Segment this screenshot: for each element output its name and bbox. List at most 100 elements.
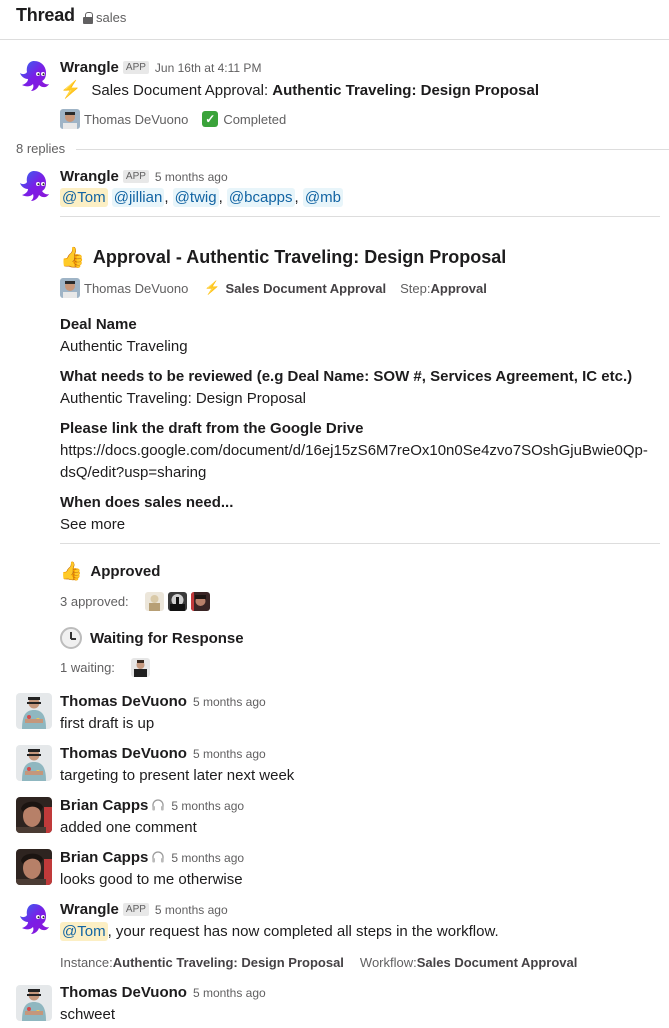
mention-mb[interactable]: @mb (302, 188, 343, 207)
waiting-user-avatar[interactable] (130, 658, 150, 677)
field-label: Please link the draft from the Google Dr… (60, 420, 364, 437)
channel-name: sales (96, 10, 127, 25)
message-header: Thomas DeVuono 5 months ago (60, 745, 266, 762)
app-badge: APP (122, 170, 149, 183)
sender-name[interactable]: Thomas DeVuono (60, 693, 187, 710)
thumbs-up-icon: 👍 (60, 247, 85, 269)
requester-name[interactable]: Thomas DeVuono (84, 281, 188, 296)
approver-avatar[interactable] (167, 592, 187, 611)
thomas-avatar[interactable] (16, 745, 52, 781)
timestamp[interactable]: 5 months ago (193, 747, 266, 761)
sender-name[interactable]: Thomas DeVuono (60, 745, 187, 762)
wrangle-avatar[interactable] (16, 58, 52, 94)
timestamp[interactable]: 5 months ago (171, 851, 244, 865)
waiting-count: 1 waiting: (60, 660, 115, 675)
lightning-icon: ⚡ (60, 80, 82, 99)
timestamp[interactable]: 5 months ago (193, 986, 266, 1000)
timestamp[interactable]: 5 months ago (193, 695, 266, 709)
message-header: Brian Capps 5 months ago (60, 849, 244, 866)
workflow-name[interactable]: Sales Document Approval (226, 281, 387, 296)
instance-label: Instance: (60, 955, 113, 970)
workflow-label: Workflow: (359, 955, 417, 970)
completion-text: , your request has now completed all ste… (107, 923, 499, 940)
mention-twig[interactable]: @twig (172, 188, 219, 207)
message-header: Wrangle APP 5 months ago (60, 901, 228, 918)
timestamp[interactable]: 5 months ago (155, 903, 228, 917)
step-label: Step: (400, 280, 431, 296)
brian-avatar[interactable] (16, 797, 52, 833)
sender-name[interactable]: Wrangle (60, 59, 119, 76)
field-value: Authentic Traveling (60, 338, 188, 355)
thread-title: Thread (16, 5, 75, 25)
mention-tom[interactable]: @Tom (60, 922, 108, 941)
separator: , (294, 189, 299, 206)
brian-avatar[interactable] (16, 849, 52, 885)
headphones-icon (152, 799, 165, 811)
message-header: Thomas DeVuono 5 months ago (60, 693, 266, 710)
requester-name[interactable]: Thomas DeVuono (84, 112, 188, 127)
parent-message-text: ⚡ Sales Document Approval: Authentic Tra… (60, 80, 539, 100)
replies-count: 8 replies (16, 141, 66, 156)
instance-value[interactable]: Authentic Traveling: Design Proposal (113, 955, 344, 970)
app-badge: APP (122, 903, 149, 916)
timestamp[interactable]: 5 months ago (155, 170, 228, 184)
channel-link[interactable]: sales (83, 10, 126, 25)
field-label: When does sales need... (60, 494, 234, 511)
message-text: looks good to me otherwise (60, 871, 243, 888)
thomas-avatar[interactable] (16, 693, 52, 729)
requester-avatar[interactable] (60, 278, 80, 298)
see-more-link[interactable]: See more (60, 516, 125, 533)
parent-message-header: Wrangle APP Jun 16th at 4:11 PM (60, 59, 261, 76)
message-text: targeting to present later next week (60, 767, 295, 784)
message-text: schweet (60, 1006, 116, 1023)
field-value: Authentic Traveling: Design Proposal (60, 390, 306, 407)
google-drive-link[interactable]: https://docs.google.com/document/d/16ej1… (60, 442, 648, 459)
app-badge: APP (122, 61, 149, 74)
thomas-avatar[interactable] (16, 985, 52, 1021)
completion-message: @Tom, your request has now completed all… (60, 922, 499, 941)
mentions-line: @Tom @jillian, @twig, @bcapps, @mb (60, 188, 343, 207)
wrangle-avatar[interactable] (16, 168, 52, 204)
separator: , (218, 189, 223, 206)
waiting-list: 1 waiting: (60, 658, 154, 677)
headphones-icon (152, 851, 165, 863)
timestamp[interactable]: Jun 16th at 4:11 PM (155, 61, 262, 75)
octopus-icon (16, 901, 52, 937)
sender-name[interactable]: Brian Capps (60, 797, 148, 814)
requester-avatar[interactable] (60, 109, 80, 129)
approved-section-title: 👍 Approved (60, 561, 160, 582)
message-text: first draft is up (60, 715, 155, 732)
sender-name[interactable]: Wrangle (60, 168, 119, 185)
sender-name[interactable]: Brian Capps (60, 849, 148, 866)
sender-name[interactable]: Wrangle (60, 901, 119, 918)
field-label: What needs to be reviewed (e.g Deal Name… (60, 368, 633, 385)
mention-jillian[interactable]: @jillian (111, 188, 165, 207)
sender-name[interactable]: Thomas DeVuono (60, 984, 187, 1001)
field-label: Deal Name (60, 316, 137, 333)
status: ✓ Completed (202, 111, 286, 127)
completion-meta: Instance: Authentic Traveling: Design Pr… (60, 955, 577, 970)
card-divider-top (60, 216, 660, 217)
mention-bcapps[interactable]: @bcapps (226, 188, 295, 207)
workflow-title: Authentic Traveling: Design Proposal (272, 82, 539, 99)
parent-meta: Thomas DeVuono ✓ Completed (60, 109, 286, 129)
message-header: Thomas DeVuono 5 months ago (60, 984, 266, 1001)
replies-divider (76, 149, 669, 150)
google-drive-link-cont[interactable]: dsQ/edit?usp=sharing (60, 464, 206, 481)
card-divider (60, 543, 660, 544)
thread-header: Thread sales (0, 0, 669, 40)
approved-list: 3 approved: (60, 592, 214, 611)
lock-icon (83, 12, 93, 24)
timestamp[interactable]: 5 months ago (171, 799, 244, 813)
wrangle-avatar[interactable] (16, 901, 52, 937)
approver-avatar[interactable] (144, 592, 164, 611)
waiting-title: Waiting for Response (90, 629, 244, 647)
workflow-value[interactable]: Sales Document Approval (417, 955, 578, 970)
thumbs-up-icon: 👍 (60, 561, 83, 581)
mention-tom[interactable]: @Tom (60, 188, 108, 207)
approver-avatar[interactable] (190, 592, 210, 611)
approved-count: 3 approved: (60, 594, 129, 609)
octopus-icon (16, 58, 52, 94)
message-header: Brian Capps 5 months ago (60, 797, 244, 814)
workflow-prefix: Sales Document Approval: (91, 82, 273, 99)
